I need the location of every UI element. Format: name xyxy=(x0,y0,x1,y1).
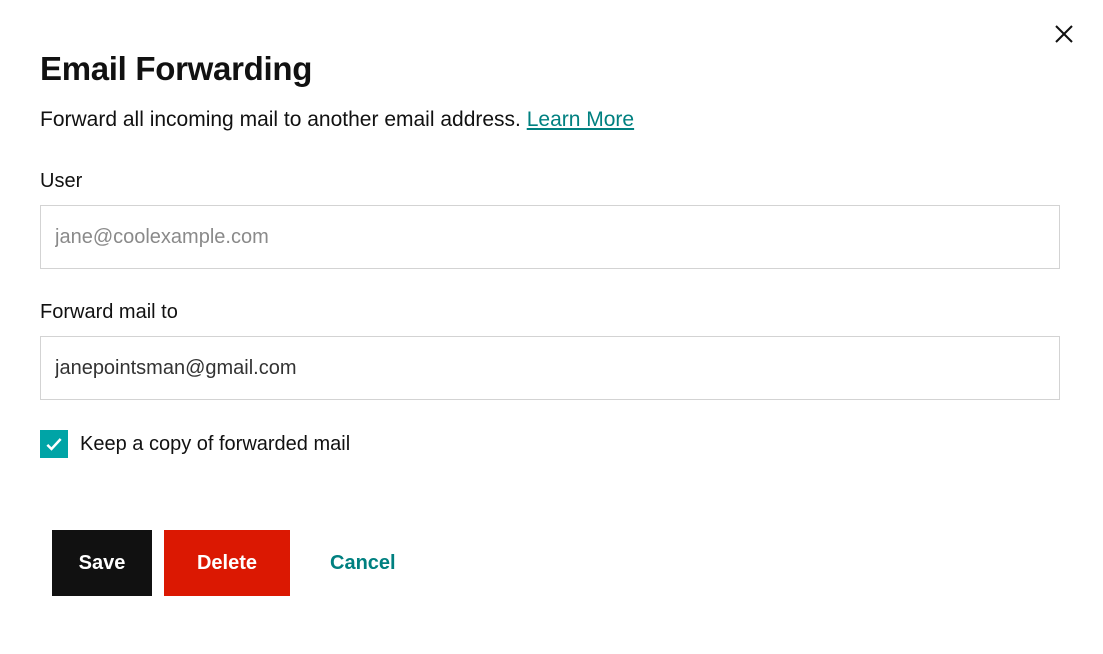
close-icon xyxy=(1052,22,1076,46)
email-forwarding-dialog: Email Forwarding Forward all incoming ma… xyxy=(0,0,1103,636)
checkmark-icon xyxy=(44,434,64,454)
keep-copy-checkbox[interactable] xyxy=(40,430,68,458)
keep-copy-label[interactable]: Keep a copy of forwarded mail xyxy=(80,433,350,456)
user-label: User xyxy=(40,170,1063,193)
cancel-button[interactable]: Cancel xyxy=(330,552,396,575)
keep-copy-row: Keep a copy of forwarded mail xyxy=(40,430,1063,458)
learn-more-link[interactable]: Learn More xyxy=(527,108,634,131)
user-input xyxy=(40,205,1060,269)
description-text: Forward all incoming mail to another ema… xyxy=(40,108,527,131)
close-button[interactable] xyxy=(1050,20,1078,48)
page-title: Email Forwarding xyxy=(40,50,1063,88)
page-description: Forward all incoming mail to another ema… xyxy=(40,108,1063,132)
button-row: Save Delete Cancel xyxy=(40,530,1063,596)
forward-to-field: Forward mail to xyxy=(40,301,1063,400)
forward-to-label: Forward mail to xyxy=(40,301,1063,324)
user-field: User xyxy=(40,170,1063,269)
delete-button[interactable]: Delete xyxy=(164,530,290,596)
save-button[interactable]: Save xyxy=(52,530,152,596)
forward-to-input[interactable] xyxy=(40,336,1060,400)
